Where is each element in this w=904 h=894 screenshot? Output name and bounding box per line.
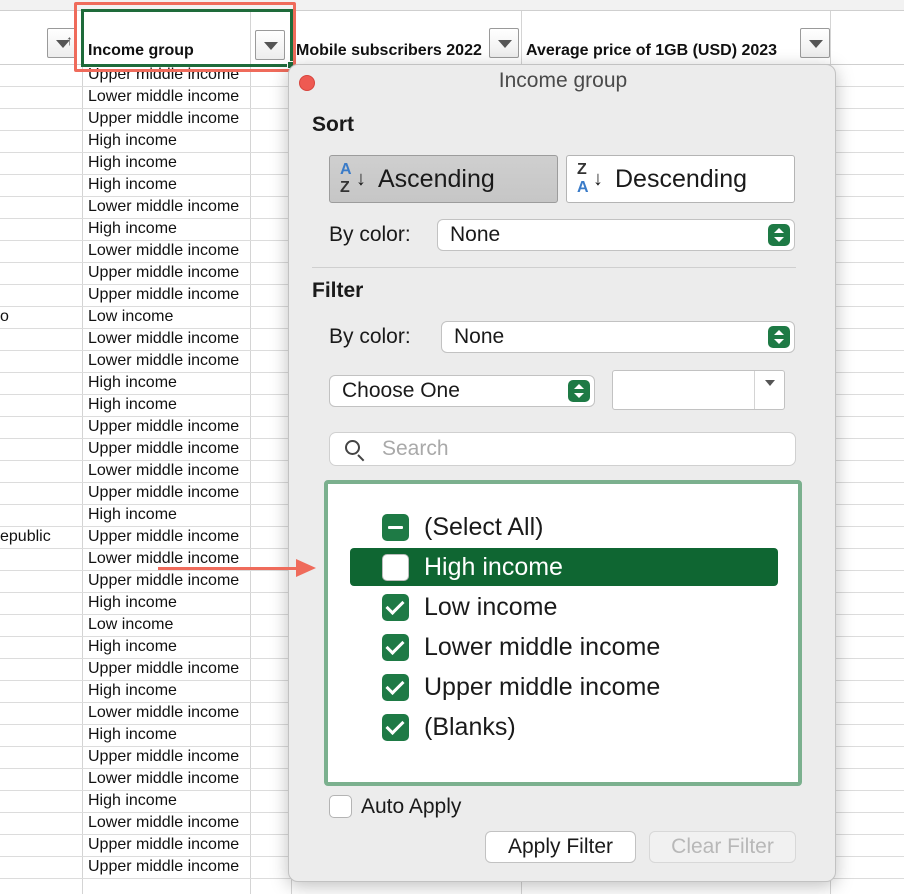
- income-group-cell[interactable]: Upper middle income: [88, 484, 288, 502]
- filter-popup: Income group Sort A Z ↓ Ascending Z A ↓ …: [288, 64, 836, 882]
- filter-by-color-label: By color:: [329, 325, 411, 348]
- income-group-cell[interactable]: Upper middle income: [88, 264, 288, 282]
- select-stepper-icon: [768, 224, 790, 246]
- income-group-cell[interactable]: High income: [88, 506, 288, 524]
- income-group-cell[interactable]: High income: [88, 176, 288, 194]
- search-field[interactable]: [329, 432, 796, 466]
- checkbox-icon[interactable]: [382, 673, 409, 701]
- filter-item-label: (Select All): [424, 512, 544, 541]
- income-group-cell[interactable]: Upper middle income: [88, 572, 288, 590]
- sort-by-color-value: None: [450, 223, 501, 246]
- income-group-cell[interactable]: Lower middle income: [88, 704, 288, 722]
- country-cell[interactable]: o: [0, 308, 82, 326]
- clear-filter-button[interactable]: Clear Filter: [649, 831, 796, 863]
- income-group-cell[interactable]: Lower middle income: [88, 462, 288, 480]
- filter-list-item[interactable]: (Select All): [350, 508, 778, 546]
- sort-az-icon: A Z ↓: [340, 161, 366, 196]
- select-stepper-icon: [568, 380, 590, 402]
- filter-item-label: Upper middle income: [424, 672, 661, 701]
- filter-by-color-value: None: [454, 325, 505, 348]
- filter-item-label: (Blanks): [424, 712, 516, 741]
- filter-condition-select[interactable]: Choose One: [329, 375, 595, 407]
- income-group-cell[interactable]: High income: [88, 396, 288, 414]
- filter-list-item[interactable]: (Blanks): [350, 708, 778, 746]
- checkbox-icon[interactable]: [382, 593, 409, 621]
- annotation-arrow: [158, 567, 298, 570]
- income-group-cell[interactable]: Lower middle income: [88, 814, 288, 832]
- income-group-cell[interactable]: Lower middle income: [88, 770, 288, 788]
- popup-title: Income group: [498, 69, 628, 92]
- checkbox-icon[interactable]: [382, 633, 409, 661]
- sort-za-icon: Z A ↓: [577, 161, 603, 196]
- apply-filter-button[interactable]: Apply Filter: [485, 831, 636, 863]
- income-group-cell[interactable]: High income: [88, 638, 288, 656]
- filter-list-item[interactable]: Upper middle income: [350, 668, 778, 706]
- income-group-cell[interactable]: High income: [88, 220, 288, 238]
- auto-apply-checkbox[interactable]: [329, 795, 352, 818]
- income-group-cell[interactable]: Upper middle income: [88, 110, 288, 128]
- checkbox-icon[interactable]: [382, 553, 409, 581]
- sort-ascending-button[interactable]: A Z ↓ Ascending: [329, 155, 558, 203]
- auto-apply-label[interactable]: Auto Apply: [361, 795, 461, 819]
- filter-value-input[interactable]: [613, 371, 755, 409]
- avg-price-filter-button[interactable]: [800, 28, 830, 58]
- mobile-subscribers-filter-button[interactable]: [489, 28, 519, 58]
- sort-descending-label: Descending: [615, 164, 748, 193]
- income-group-cell[interactable]: Lower middle income: [88, 352, 288, 370]
- filter-item-label: High income: [424, 552, 563, 581]
- section-divider: [312, 267, 796, 268]
- country-cell[interactable]: epublic: [0, 528, 82, 546]
- filter-item-label: Lower middle income: [424, 632, 661, 661]
- header-mobile-subscribers[interactable]: Mobile subscribers 2022: [296, 42, 488, 60]
- checkbox-icon[interactable]: [382, 713, 409, 741]
- income-group-cell[interactable]: Upper middle income: [88, 418, 288, 436]
- select-stepper-icon: [768, 326, 790, 348]
- income-group-cell[interactable]: High income: [88, 132, 288, 150]
- highlight-box: [74, 2, 296, 72]
- filter-list-item[interactable]: High income: [350, 548, 778, 586]
- filter-heading: Filter: [312, 279, 364, 302]
- income-group-cell[interactable]: Upper middle income: [88, 660, 288, 678]
- sort-descending-button[interactable]: Z A ↓ Descending: [566, 155, 795, 203]
- income-group-cell[interactable]: Lower middle income: [88, 242, 288, 260]
- search-input[interactable]: [382, 434, 782, 464]
- income-group-cell[interactable]: Low income: [88, 308, 288, 326]
- filter-value-list: (Select All) High income Low income Lower m…: [324, 480, 802, 786]
- income-group-cell[interactable]: Upper middle income: [88, 836, 288, 854]
- income-group-cell[interactable]: Upper middle income: [88, 528, 288, 546]
- filter-condition-value: Choose One: [342, 379, 460, 402]
- sort-ascending-label: Ascending: [378, 164, 495, 193]
- income-group-cell[interactable]: High income: [88, 154, 288, 172]
- income-group-cell[interactable]: Upper middle income: [88, 286, 288, 304]
- sort-heading: Sort: [312, 113, 354, 136]
- indeterminate-checkbox-icon[interactable]: [382, 513, 409, 541]
- sort-by-color-select[interactable]: None: [437, 219, 795, 251]
- search-icon: [345, 440, 365, 462]
- income-group-cell[interactable]: Lower middle income: [88, 88, 288, 106]
- income-group-cell[interactable]: Upper middle income: [88, 858, 288, 876]
- income-group-cell[interactable]: Low income: [88, 616, 288, 634]
- annotation-arrow-head: [296, 559, 316, 577]
- income-group-cell[interactable]: Lower middle income: [88, 550, 288, 568]
- header-avg-price[interactable]: Average price of 1GB (USD) 2023: [526, 42, 796, 60]
- filter-list-item[interactable]: Lower middle income: [350, 628, 778, 666]
- income-group-cell[interactable]: High income: [88, 594, 288, 612]
- income-group-cell[interactable]: Lower middle income: [88, 330, 288, 348]
- filter-by-color-select[interactable]: None: [441, 321, 795, 353]
- chevron-down-icon[interactable]: [754, 371, 784, 409]
- sort-by-color-label: By color:: [329, 223, 411, 246]
- income-group-cell[interactable]: High income: [88, 726, 288, 744]
- income-group-cell[interactable]: Upper middle income: [88, 748, 288, 766]
- income-group-cell[interactable]: Lower middle income: [88, 198, 288, 216]
- filter-value-combobox[interactable]: [612, 370, 785, 410]
- income-group-cell[interactable]: High income: [88, 682, 288, 700]
- income-group-cell[interactable]: Upper middle income: [88, 440, 288, 458]
- filter-item-label: Low income: [424, 592, 558, 621]
- income-group-cell[interactable]: High income: [88, 374, 288, 392]
- filter-list-item[interactable]: Low income: [350, 588, 778, 626]
- income-group-cell[interactable]: High income: [88, 792, 288, 810]
